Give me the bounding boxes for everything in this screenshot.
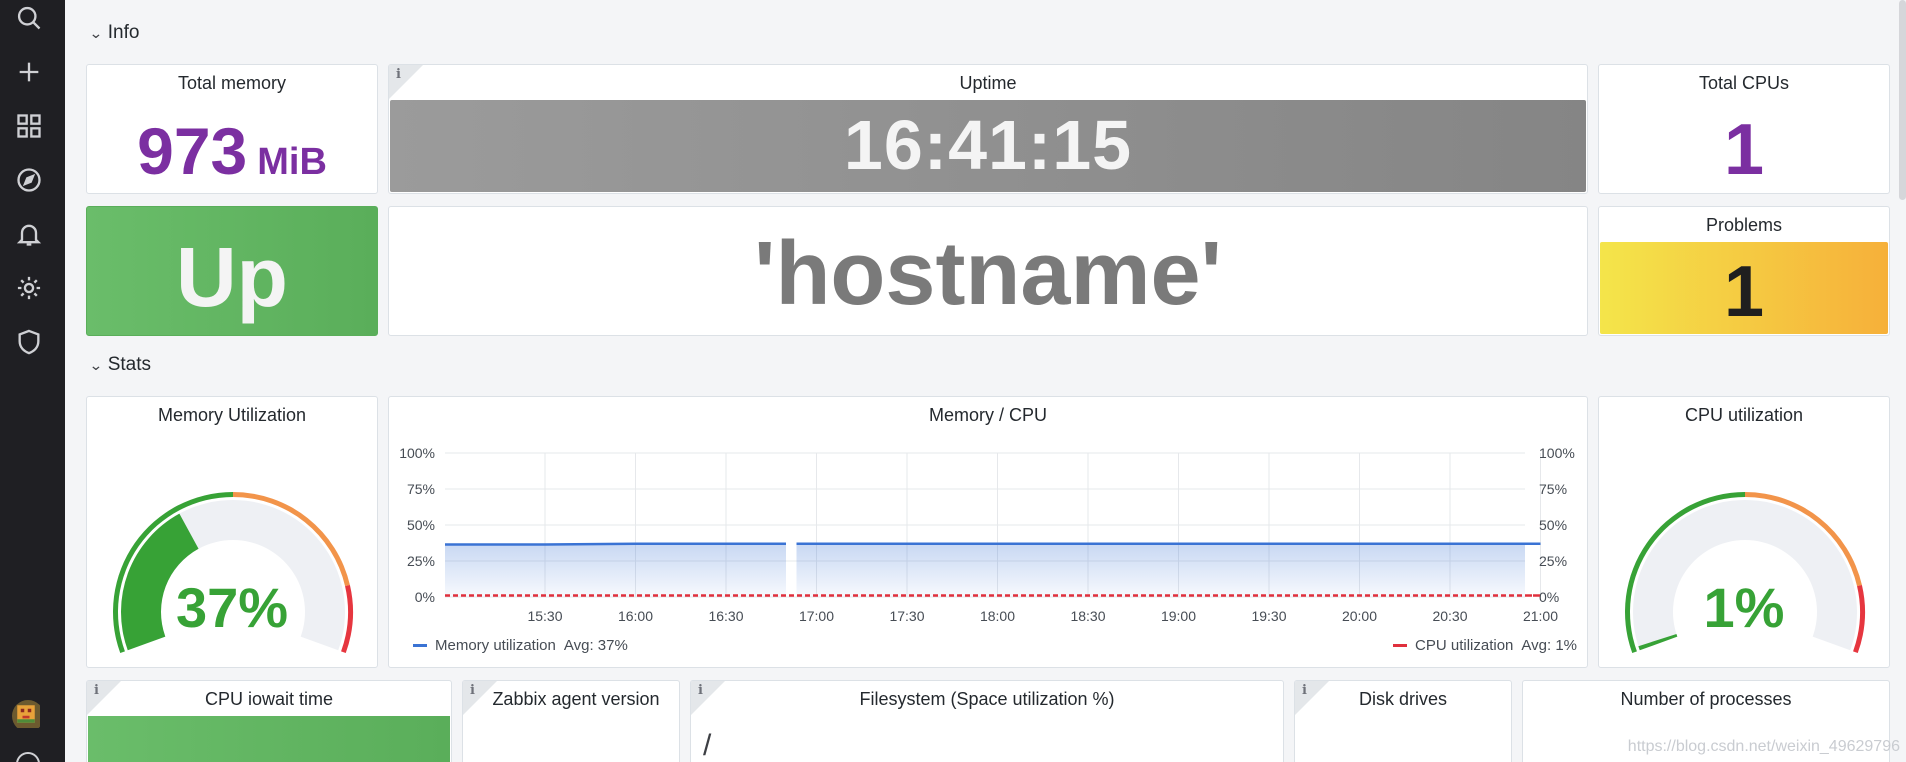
chevron-down-icon: ⌄ [88, 24, 103, 41]
panel-title: CPU iowait time [204, 689, 334, 709]
panel-title: Uptime [959, 73, 1017, 93]
panel-memory-utilization[interactable]: Memory Utilization 37% [86, 396, 378, 668]
row-header-stats[interactable]: ⌄ Stats [88, 354, 152, 376]
shield-icon[interactable] [14, 327, 44, 357]
x-tick: 21:00 [1523, 608, 1558, 624]
panel-hostname[interactable]: 'hostname' [388, 206, 1588, 336]
row-title: Info [107, 22, 140, 43]
dashboards-icon[interactable] [14, 111, 44, 141]
y-tick-right: 75% [1539, 481, 1567, 497]
x-tick: 20:30 [1432, 608, 1467, 624]
stat-value: 1 [1723, 110, 1765, 190]
y-tick-right: 100% [1539, 445, 1575, 461]
panel-title: Zabbix agent version [492, 689, 660, 709]
stat-value: 16:41:15 [843, 106, 1133, 184]
chevron-down-icon: ⌄ [88, 356, 103, 373]
legend-memory[interactable]: Memory utilization Avg: 37% [413, 637, 628, 654]
x-tick: 17:30 [889, 608, 924, 624]
watermark: https://blog.csdn.net/weixin_49629796 [1627, 738, 1900, 755]
x-tick: 19:00 [1161, 608, 1196, 624]
y-tick-left: 0% [415, 589, 435, 605]
scrollbar[interactable] [1899, 0, 1906, 200]
x-tick: 16:00 [618, 608, 653, 624]
explore-icon[interactable] [14, 165, 44, 195]
plus-icon[interactable] [14, 57, 44, 87]
x-tick: 19:30 [1251, 608, 1286, 624]
panel-total-memory[interactable]: Total memory 973 MiB [86, 64, 378, 194]
memory-area [796, 543, 1541, 597]
x-tick: 18:00 [980, 608, 1015, 624]
row-title: Stats [107, 354, 152, 375]
avatar[interactable] [12, 700, 44, 732]
search-icon[interactable] [14, 3, 44, 33]
x-tick: 18:30 [1070, 608, 1105, 624]
legend-swatch [413, 644, 427, 647]
y-tick-left: 25% [407, 553, 435, 569]
x-tick: 16:30 [708, 608, 743, 624]
stat-value: 'hostname' [754, 224, 1222, 324]
legend-avg: Avg: 1% [1521, 637, 1577, 654]
stat-value: 1 [1723, 252, 1765, 332]
iowait-background [88, 716, 450, 762]
filesystem-row: / [703, 729, 712, 762]
panel-status[interactable]: Up [86, 206, 378, 336]
legend-avg: Avg: 37% [563, 637, 628, 654]
legend-cpu[interactable]: CPU utilization Avg: 1% [1393, 637, 1577, 654]
memory-line [445, 542, 786, 546]
gauge-value: 37% [175, 576, 289, 639]
stat-value: 973 MiB [87, 113, 377, 189]
x-tick: 20:00 [1342, 608, 1377, 624]
help-icon[interactable] [16, 752, 40, 762]
stat-value: Up [176, 230, 288, 324]
legend-swatch [1393, 644, 1408, 647]
y-tick-left: 100% [399, 445, 435, 461]
panel-cpu-utilization[interactable]: CPU utilization 1% [1598, 396, 1890, 668]
panel-title: Total memory [177, 73, 287, 93]
chart-memory-cpu: 100% 100% 75% 75% 50% 50% 25% 25% 0% 0% 15:30 16:00… [399, 445, 1575, 624]
panel-title: Total CPUs [1698, 73, 1790, 93]
alerting-icon[interactable] [14, 219, 44, 249]
legend-label: Memory utilization [435, 637, 556, 654]
y-tick-right: 25% [1539, 553, 1567, 569]
sidebar [0, 0, 65, 762]
stat-number: 973 [137, 114, 248, 188]
panel-zabbix-agent[interactable]: i Zabbix agent version [462, 680, 680, 762]
settings-icon[interactable] [14, 273, 44, 303]
x-tick: 15:30 [527, 608, 562, 624]
panel-title: Disk drives [1358, 689, 1447, 709]
row-header-info[interactable]: ⌄ Info [88, 22, 140, 44]
panel-total-cpus[interactable]: Total CPUs 1 [1598, 64, 1890, 194]
stat-unit: MiB [257, 141, 327, 183]
panel-title: Number of processes [1620, 689, 1792, 709]
y-tick-left: 50% [407, 517, 435, 533]
x-tick: 17:00 [799, 608, 834, 624]
y-tick-left: 75% [407, 481, 435, 497]
panel-title: Problems [1705, 215, 1783, 235]
y-tick-right: 50% [1539, 517, 1567, 533]
panel-filesystem[interactable]: i Filesystem (Space utilization %) / [690, 680, 1284, 762]
panel-uptime[interactable]: i Uptime 16:41:15 [388, 64, 1588, 194]
memory-area [445, 543, 786, 597]
y-tick-right: 0% [1539, 589, 1559, 605]
panel-memory-cpu[interactable]: Memory / CPU 100% 100% 75% 75% 50% 50% 25% 25% 0… [388, 396, 1588, 668]
legend-label: CPU utilization [1415, 637, 1514, 654]
panel-cpu-iowait[interactable]: i CPU iowait time [86, 680, 452, 762]
gauge-value: 1% [1703, 576, 1785, 639]
panel-disk-drives[interactable]: i Disk drives [1294, 680, 1512, 762]
panel-title: Filesystem (Space utilization %) [859, 689, 1115, 709]
panel-problems[interactable]: Problems 1 [1598, 206, 1890, 336]
